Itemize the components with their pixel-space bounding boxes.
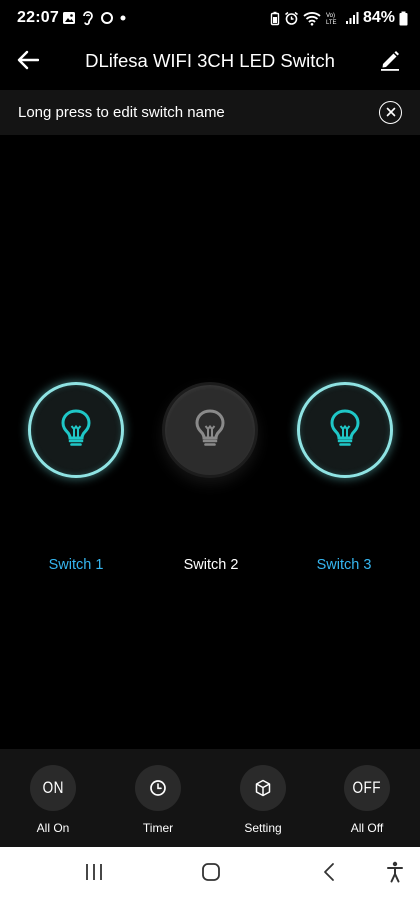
all-off-icon-text: OFF xyxy=(352,778,382,797)
timer-button[interactable]: Timer xyxy=(118,765,198,835)
all-on-label: All On xyxy=(36,821,70,835)
wifi-icon xyxy=(303,11,321,26)
setting-label: Setting xyxy=(244,821,282,835)
volte-icon: Vo) LTE xyxy=(325,11,341,26)
hint-banner: Long press to edit switch name xyxy=(0,90,420,135)
lightbulb-icon xyxy=(193,408,227,453)
gallery-icon xyxy=(62,11,76,25)
pencil-icon xyxy=(379,49,401,76)
recent-apps-button[interactable] xyxy=(79,859,109,889)
switch-2-button[interactable] xyxy=(162,382,258,478)
battery-percent: 84% xyxy=(362,9,395,26)
dot-icon xyxy=(119,14,127,22)
switch-1-button[interactable] xyxy=(28,382,124,478)
all-off-icon: OFF xyxy=(344,765,390,811)
switch-1-label[interactable]: Switch 1 xyxy=(6,557,146,573)
close-icon xyxy=(386,104,396,122)
hearing-icon xyxy=(81,10,95,26)
switch-3-button[interactable] xyxy=(297,382,393,478)
hint-text: Long press to edit switch name xyxy=(18,104,225,121)
system-navigation-bar xyxy=(0,847,420,900)
battery-icon xyxy=(399,11,408,26)
page-title: DLifesa WIFI 3CH LED Switch xyxy=(85,50,335,71)
nav-back-button[interactable] xyxy=(314,859,344,889)
alarm-icon xyxy=(284,11,299,26)
timer-label: Timer xyxy=(142,821,174,835)
sync-circle-icon xyxy=(100,11,114,25)
all-on-button[interactable]: ON All On xyxy=(13,765,93,835)
app-header: DLifesa WIFI 3CH LED Switch xyxy=(0,36,420,88)
status-notification-icons xyxy=(62,9,127,27)
arrow-left-icon xyxy=(17,50,40,75)
switch-3-label[interactable]: Switch 3 xyxy=(274,557,414,573)
status-system-icons: Vo) LTE 84% xyxy=(270,8,408,28)
signal-icon xyxy=(345,11,359,25)
all-on-icon: ON xyxy=(30,765,76,811)
setting-button[interactable]: Setting xyxy=(223,765,303,835)
svg-text:LTE: LTE xyxy=(326,20,337,26)
edit-button[interactable] xyxy=(374,46,406,78)
clock-icon xyxy=(135,765,181,811)
back-button[interactable] xyxy=(12,46,44,78)
lightbulb-icon xyxy=(59,408,93,453)
lightbulb-icon xyxy=(328,408,362,453)
all-on-icon-text: ON xyxy=(42,778,64,797)
nav-back-icon xyxy=(322,862,336,887)
home-icon xyxy=(201,862,221,887)
hint-close-button[interactable] xyxy=(379,101,402,124)
battery-saver-icon xyxy=(270,11,280,26)
all-off-button[interactable]: OFF All Off xyxy=(327,765,407,835)
bottom-action-bar: ON All On Timer Setting OFF All Off xyxy=(0,749,420,847)
accessibility-icon xyxy=(386,861,404,888)
svg-text:Vo): Vo) xyxy=(326,13,335,19)
status-time: 22:07 xyxy=(17,9,59,26)
all-off-label: All Off xyxy=(350,821,384,835)
switch-2-label[interactable]: Switch 2 xyxy=(141,557,281,573)
status-bar: 22:07 Vo) LTE 84% xyxy=(0,0,420,36)
accessibility-button[interactable] xyxy=(380,859,410,889)
recent-apps-icon xyxy=(84,863,104,886)
home-button[interactable] xyxy=(196,859,226,889)
cube-icon xyxy=(240,765,286,811)
